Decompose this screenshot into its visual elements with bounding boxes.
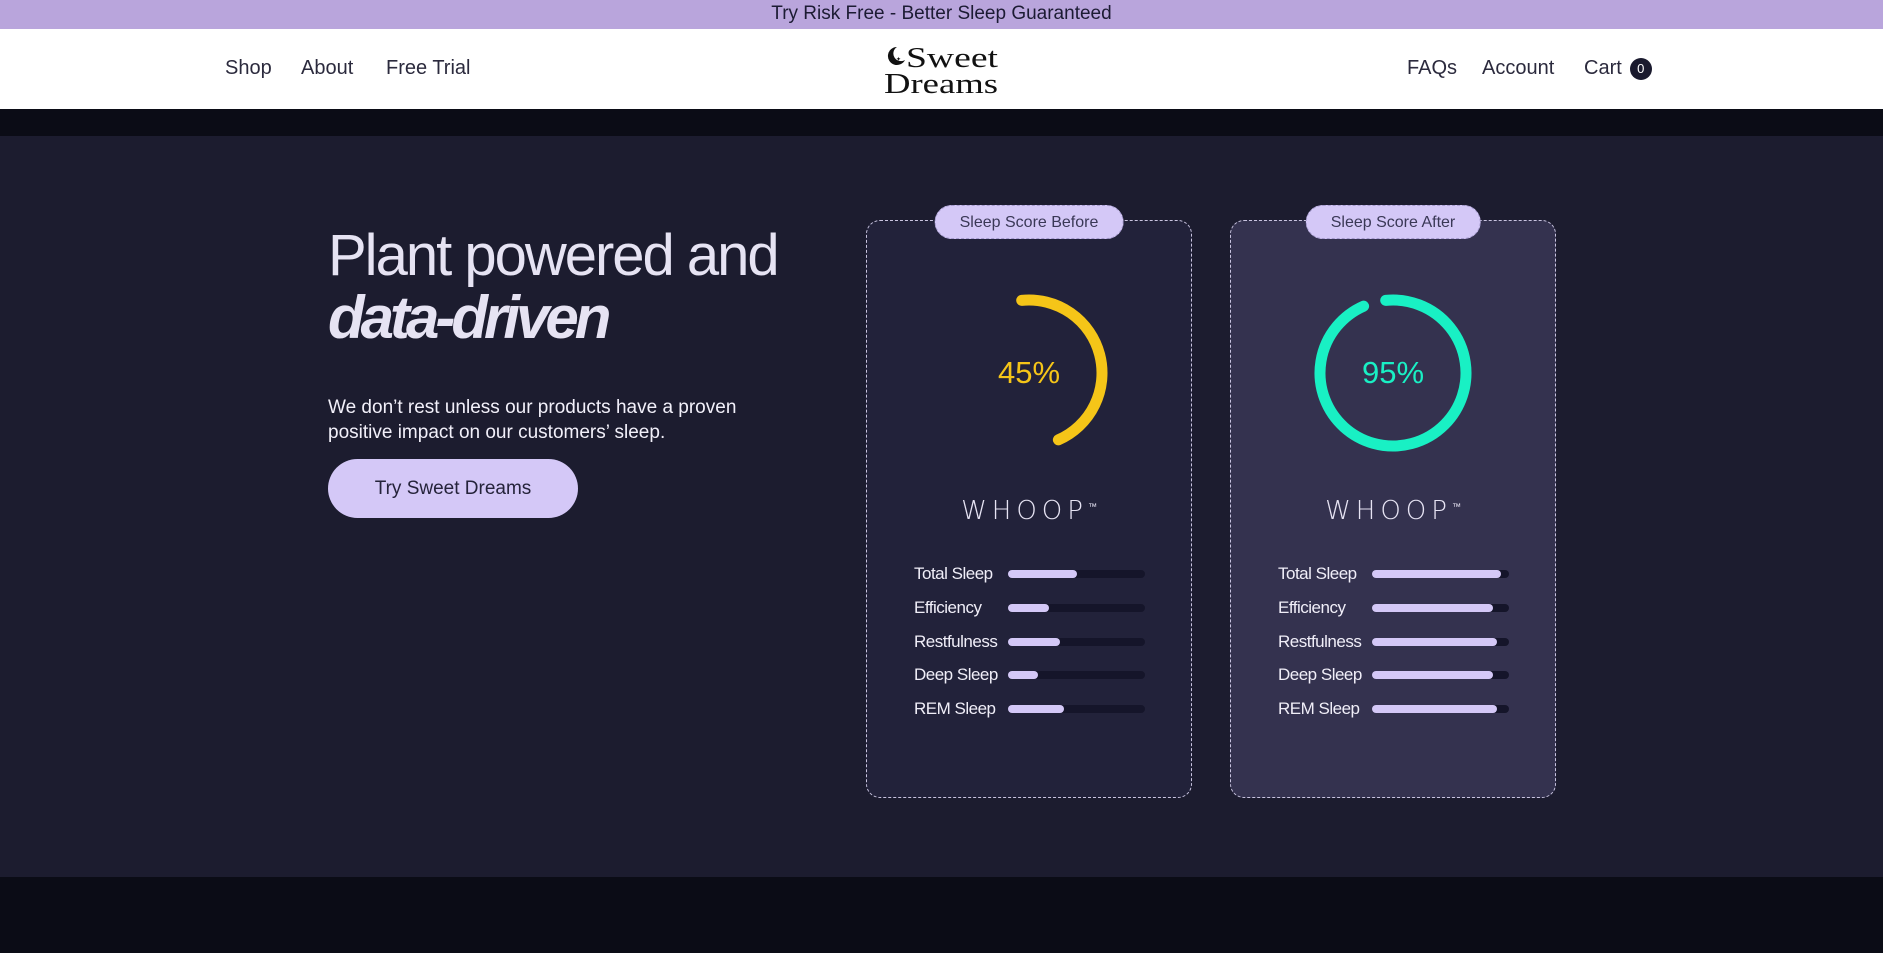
metric-bar-fill	[1372, 705, 1497, 713]
nav-shop[interactable]: Shop	[225, 56, 272, 80]
metric-label: REM Sleep	[914, 699, 996, 718]
logo[interactable]: ✦ Sweet Dreams	[880, 41, 1004, 100]
metric-bar-track	[1372, 604, 1509, 612]
announcement-bar: Try Risk Free - Better Sleep Guaranteed	[0, 0, 1883, 29]
announcement-text: Try Risk Free - Better Sleep Guaranteed	[771, 3, 1112, 24]
nav-cart[interactable]: Cart 0	[1584, 56, 1652, 80]
metric-bar-track	[1008, 638, 1145, 646]
metric-bar-fill	[1008, 671, 1039, 679]
metric-row: Total Sleep	[914, 562, 1154, 586]
metric-bar-track	[1372, 705, 1509, 713]
metric-label: Restfulness	[1278, 632, 1362, 651]
site-header: Shop About Free Trial FAQs Account Cart 0…	[0, 29, 1883, 109]
metric-bar-track	[1372, 638, 1509, 646]
svg-text:✦: ✦	[896, 56, 901, 63]
metric-label: Total Sleep	[914, 564, 993, 583]
metric-bar-fill	[1008, 604, 1050, 612]
metric-bar-track	[1008, 570, 1145, 578]
metric-row: Efficiency	[1278, 596, 1518, 620]
metric-row: REM Sleep	[1278, 697, 1518, 721]
metric-row: Restfulness	[1278, 630, 1518, 654]
hero-section: Plant powered and data-driven We don’t r…	[0, 136, 1883, 877]
sleep-score-before-pill: Sleep Score Before	[934, 205, 1124, 239]
metric-row: Deep Sleep	[914, 663, 1154, 687]
logo-mark: ✦ Sweet Dreams	[884, 43, 998, 100]
metric-bar-fill	[1372, 671, 1493, 679]
metric-row: Deep Sleep	[1278, 663, 1518, 687]
hero-subtext: We don’t rest unless our products have a…	[328, 397, 737, 443]
hero-heading-line-1: Plant powered and	[328, 223, 780, 288]
nav-account[interactable]: Account	[1482, 56, 1554, 80]
metric-label: REM Sleep	[1278, 699, 1360, 718]
metric-label: Efficiency	[1278, 598, 1346, 617]
whoop-logo: WHOOP™	[961, 496, 1097, 526]
metric-label: Restfulness	[914, 632, 998, 651]
divider-band	[0, 109, 1883, 136]
nav-about[interactable]: About	[301, 56, 353, 80]
metric-row: REM Sleep	[914, 697, 1154, 721]
sleep-score-before-value: 45%	[997, 355, 1061, 390]
metric-row: Efficiency	[914, 596, 1154, 620]
metric-label: Deep Sleep	[1278, 665, 1362, 684]
metric-bar-fill	[1008, 705, 1065, 713]
metric-label: Efficiency	[914, 598, 982, 617]
hero-heading-line-2: data-driven	[328, 284, 611, 351]
metric-label: Total Sleep	[1278, 564, 1357, 583]
try-sweet-dreams-button[interactable]: Try Sweet Dreams	[328, 459, 578, 518]
metric-bar-fill	[1008, 570, 1077, 578]
whoop-logo-text: WHOOP	[961, 496, 1088, 526]
metric-bar-fill	[1372, 570, 1501, 578]
metric-bar-track	[1372, 671, 1509, 679]
sleep-score-after-card: Sleep Score After 95% WHOOP™ Total Sleep…	[1230, 205, 1556, 798]
metric-row: Total Sleep	[1278, 562, 1518, 586]
whoop-logo-text: WHOOP	[1325, 496, 1452, 526]
metric-bar-track	[1008, 705, 1145, 713]
nav-faqs[interactable]: FAQs	[1407, 56, 1457, 80]
metric-label: Deep Sleep	[914, 665, 998, 684]
footer-band	[0, 877, 1883, 953]
metric-bar-track	[1008, 671, 1145, 679]
sleep-score-after-pill: Sleep Score After	[1305, 205, 1481, 239]
sleep-score-after-value: 95%	[1361, 355, 1425, 390]
metric-row: Restfulness	[914, 630, 1154, 654]
metric-bar-fill	[1372, 604, 1493, 612]
metric-bar-track	[1372, 570, 1509, 578]
metric-bar-fill	[1372, 638, 1497, 646]
sleep-score-before-card: Sleep Score Before 45% WHOOP™ Total Slee…	[866, 205, 1192, 798]
logo-line-2: Dreams	[884, 69, 998, 97]
whoop-logo: WHOOP™	[1325, 496, 1461, 526]
cart-label: Cart	[1584, 57, 1622, 79]
nav-free-trial[interactable]: Free Trial	[386, 56, 470, 80]
metric-bar-fill	[1008, 638, 1061, 646]
cart-count-badge: 0	[1629, 58, 1652, 80]
metric-bar-track	[1008, 604, 1145, 612]
